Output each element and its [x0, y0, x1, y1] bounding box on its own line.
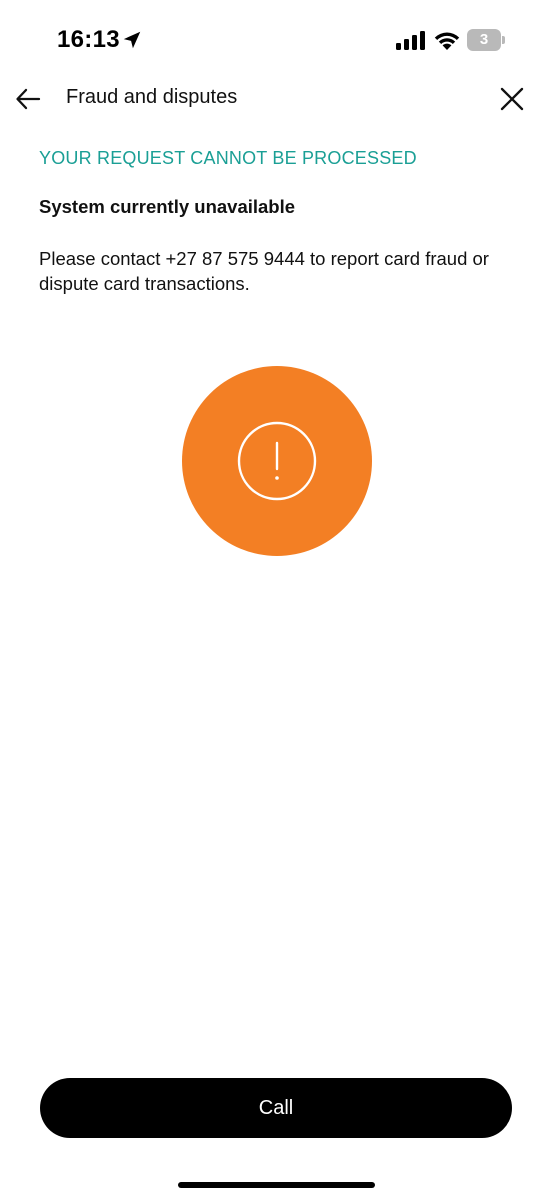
location-arrow-icon	[123, 31, 141, 49]
exclamation-circle-icon	[237, 421, 317, 501]
alert-badge	[182, 366, 372, 556]
error-heading: YOUR REQUEST CANNOT BE PROCESSED	[39, 148, 417, 168]
battery-cap	[502, 36, 505, 44]
home-indicator[interactable]	[178, 1182, 375, 1188]
call-button[interactable]: Call	[40, 1078, 512, 1138]
screen: 16:13 3 Fraud and disputes YOUR REQUEST …	[0, 0, 553, 1200]
wifi-icon	[434, 32, 460, 50]
status-bar: 16:13 3	[0, 0, 553, 80]
battery-icon: 3	[467, 29, 505, 51]
page-title: Fraud and disputes	[66, 86, 238, 108]
status-time: 16:13	[57, 26, 120, 53]
header: Fraud and disputes	[0, 76, 553, 122]
cellular-signal-icon	[396, 31, 425, 50]
battery-level: 3	[467, 29, 501, 51]
close-icon[interactable]	[497, 84, 527, 114]
arrow-left-icon[interactable]	[13, 84, 43, 114]
error-subtitle: System currently unavailable	[39, 196, 296, 217]
error-message: Please contact +27 87 575 9444 to report…	[39, 248, 489, 294]
